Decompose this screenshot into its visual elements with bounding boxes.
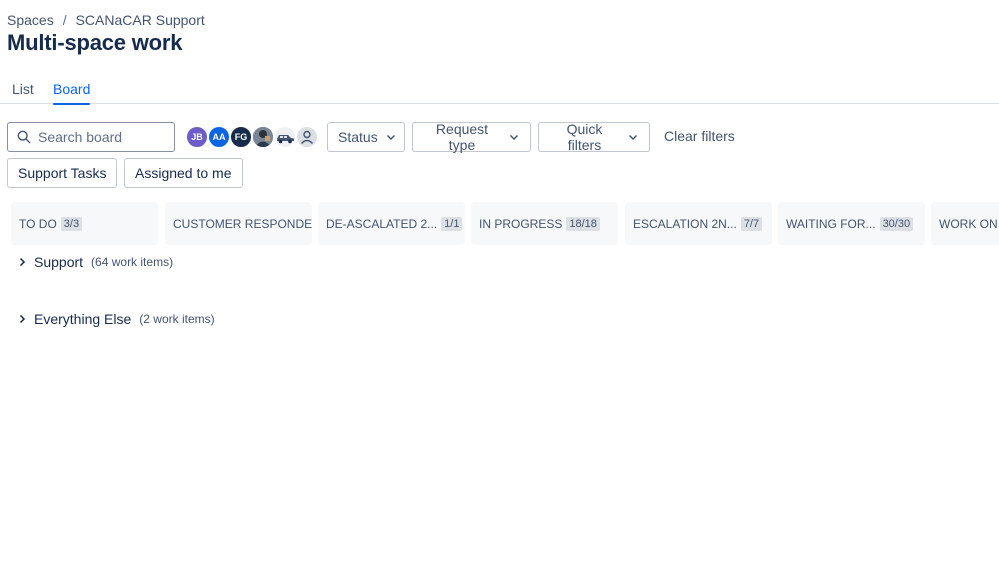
column-header-waiting-for[interactable]: WAITING FOR... 30/30 [778, 202, 925, 245]
swimlane-name: Support [34, 254, 84, 270]
tab-board[interactable]: Board [53, 81, 91, 105]
column-header-to-do[interactable]: TO DO 3/3 [11, 202, 158, 245]
column-count: 30/30 [879, 216, 914, 231]
swimlane-everything-else[interactable]: Everything Else (2 work items) [16, 311, 215, 327]
breadcrumb-separator: / [62, 12, 67, 28]
request-type-filter-button[interactable]: Request type [412, 121, 531, 153]
column-count: 1/1 [441, 216, 463, 231]
search-icon [17, 130, 31, 144]
status-filter-label: Status [338, 129, 378, 145]
breadcrumb: Spaces / SCANaCAR Support [7, 12, 205, 28]
assigned-to-me-button[interactable]: Assigned to me [124, 158, 243, 188]
chevron-right-icon [16, 256, 28, 268]
avatar-photo-icon [253, 127, 273, 147]
multi-space-work-page: Spaces / SCANaCAR Support Multi-space wo… [0, 0, 999, 568]
quick-filters-label: Quick filters [566, 121, 603, 153]
avatar-unassigned[interactable] [295, 125, 319, 149]
avatar-car[interactable] [273, 125, 297, 149]
column-count: 7/7 [740, 216, 763, 231]
status-filter-button[interactable]: Status [327, 122, 405, 152]
column-name: DE-ASCALATED 2... [326, 216, 438, 231]
avatar-initials: AA [212, 132, 226, 142]
swimlane-count: (2 work items) [139, 312, 215, 326]
quick-filters-button[interactable]: Quick filters [538, 121, 650, 153]
avatar-initials: FG [234, 132, 248, 142]
column-name: WORK ON L [939, 216, 999, 231]
column-header-in-progress[interactable]: IN PROGRESS 18/18 [471, 202, 618, 245]
column-name: IN PROGRESS [479, 216, 563, 231]
clear-filters-button[interactable]: Clear filters [664, 128, 735, 144]
chevron-down-icon [508, 131, 520, 143]
avatar-initials: JB [191, 132, 203, 142]
avatar-jb[interactable]: JB [185, 125, 209, 149]
column-count: 3/3 [60, 216, 83, 231]
column-name: WAITING FOR... [786, 216, 876, 231]
column-header-work-on[interactable]: WORK ON L [931, 202, 999, 245]
avatar-aa[interactable]: AA [207, 125, 231, 149]
chevron-right-icon [16, 313, 28, 325]
column-name: TO DO [19, 216, 57, 231]
column-header-de-ascalated[interactable]: DE-ASCALATED 2... 1/1 [318, 202, 465, 245]
person-icon [300, 130, 314, 144]
column-name: ESCALATION 2N... [633, 216, 737, 231]
swimlane-count: (64 work items) [91, 255, 174, 269]
page-title: Multi-space work [7, 30, 183, 55]
search-input[interactable] [38, 129, 168, 145]
chevron-down-icon [385, 131, 397, 143]
view-tabs: List Board [0, 78, 999, 105]
breadcrumb-spaces[interactable]: Spaces [7, 12, 54, 28]
column-count: 18/18 [566, 216, 600, 231]
car-icon [275, 127, 295, 147]
column-header-escalation[interactable]: ESCALATION 2N... 7/7 [625, 202, 772, 245]
column-header-customer-responded[interactable]: CUSTOMER RESPONDED [165, 202, 312, 245]
tab-list[interactable]: List [12, 81, 34, 103]
request-type-filter-label: Request type [435, 121, 489, 153]
avatar-fg[interactable]: FG [229, 125, 253, 149]
chevron-down-icon [627, 131, 639, 143]
search-board-field[interactable] [7, 122, 175, 152]
swimlane-support[interactable]: Support (64 work items) [16, 254, 173, 270]
column-name: CUSTOMER RESPONDED [173, 216, 312, 231]
avatar-photo[interactable] [251, 125, 275, 149]
support-tasks-button[interactable]: Support Tasks [7, 158, 118, 188]
breadcrumb-scanacar-support[interactable]: SCANaCAR Support [76, 12, 205, 28]
swimlane-name: Everything Else [34, 311, 132, 327]
